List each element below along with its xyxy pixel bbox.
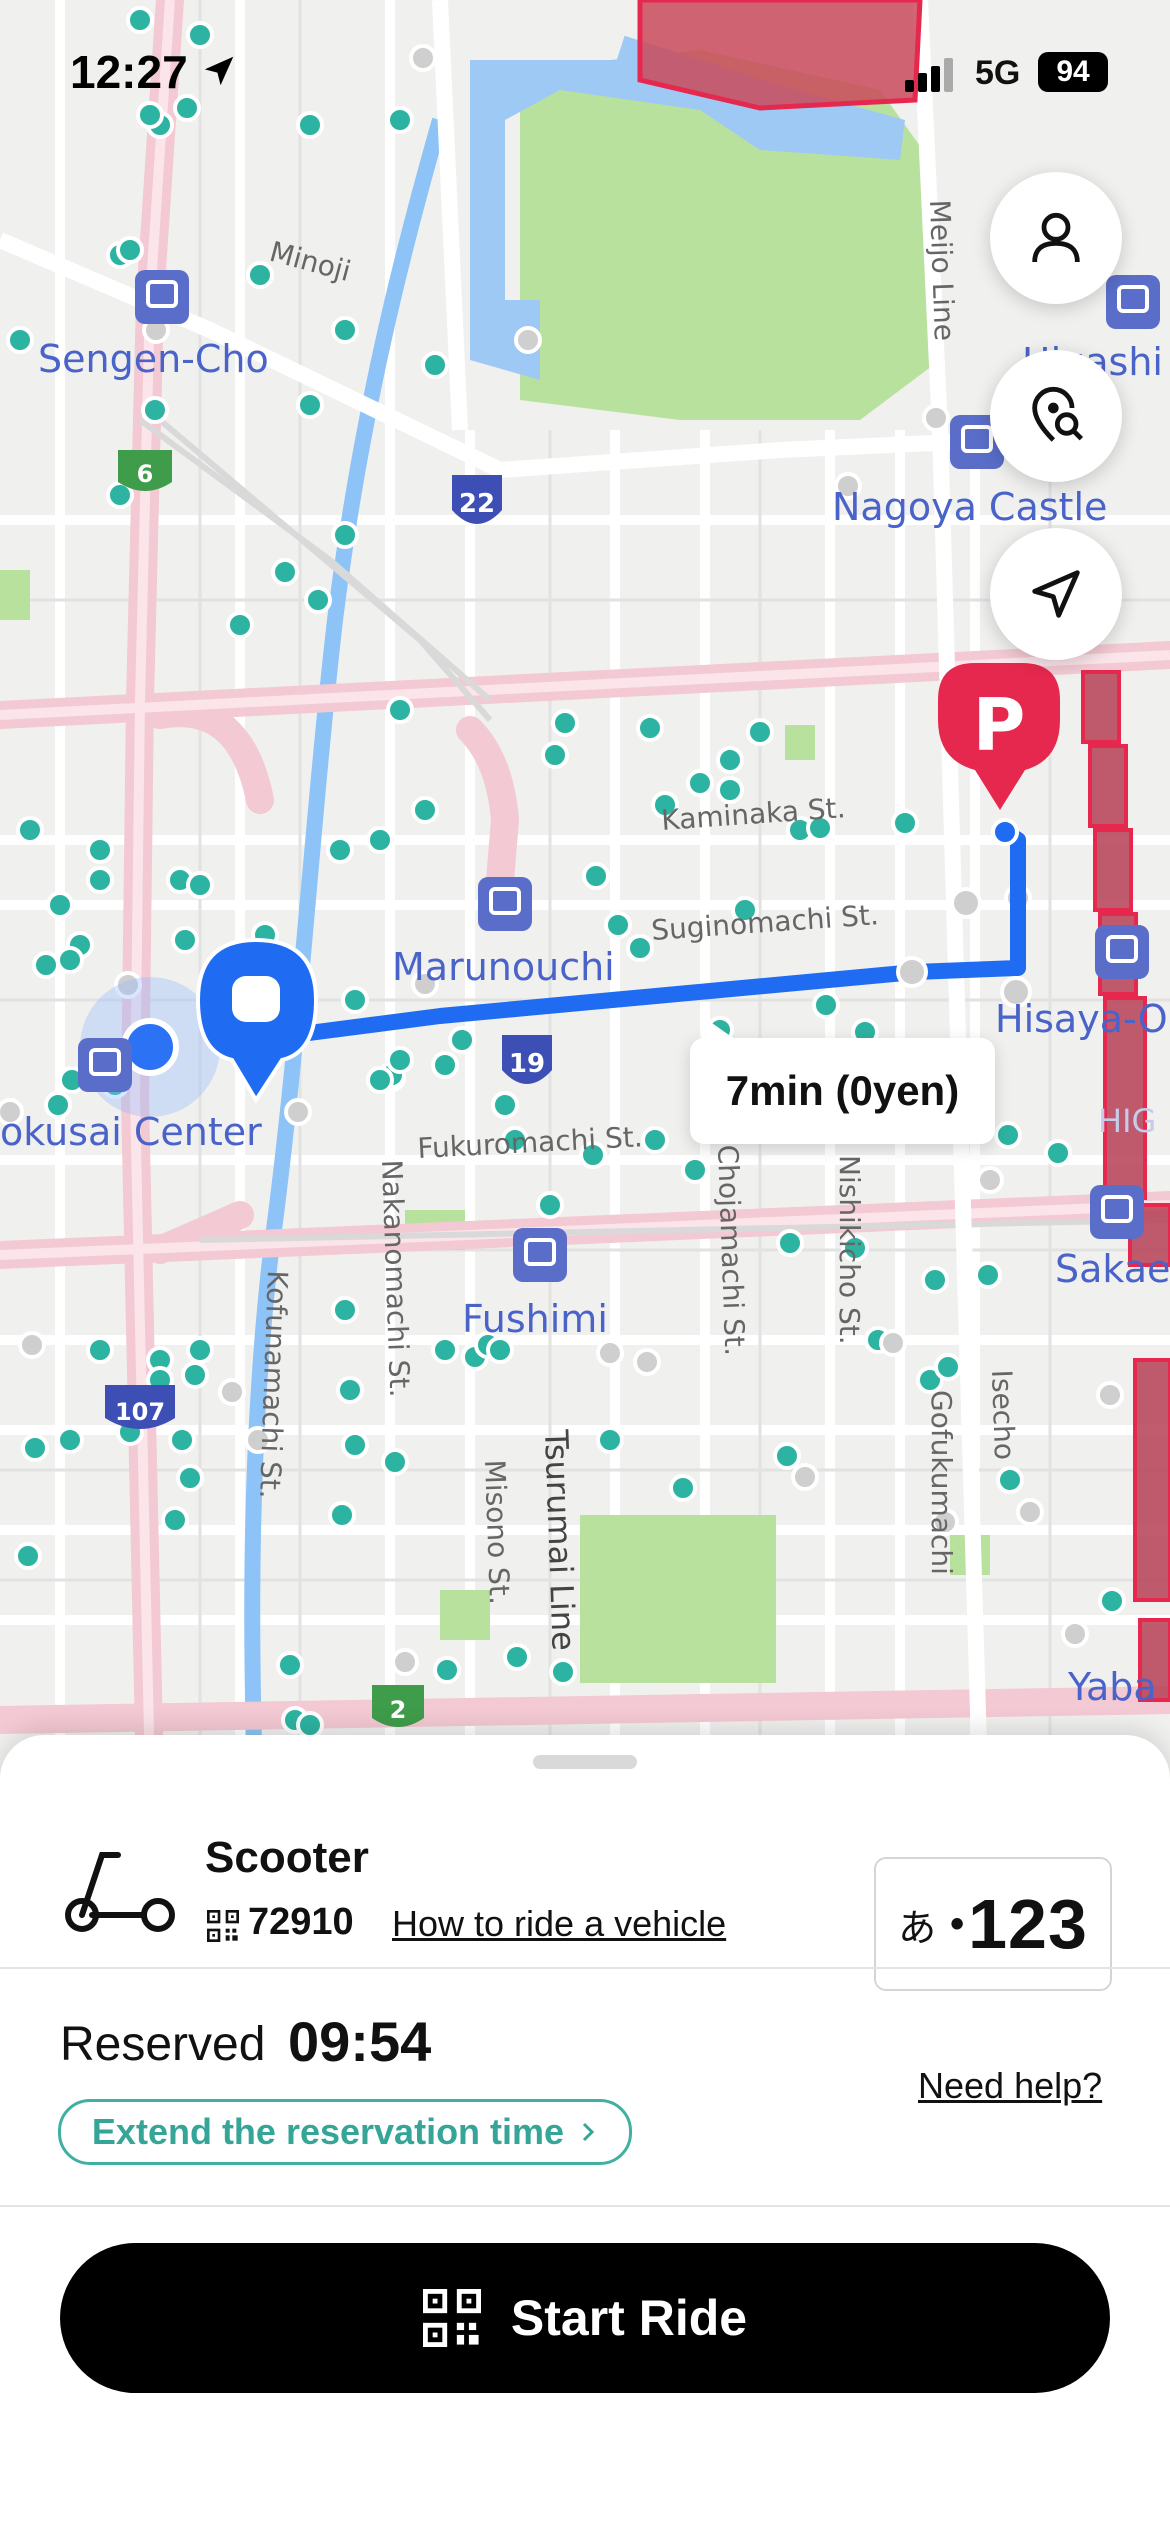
scooter-icon (65, 1852, 175, 1932)
route-22-badge: 22 (459, 489, 495, 519)
label-misono-st: Misono St. (478, 1459, 516, 1605)
how-to-ride-link[interactable]: How to ride a vehicle (392, 1903, 726, 1945)
vehicle-info-row: Scooter 72910 How to ride a vehicle あ • … (0, 1795, 1170, 1991)
label-sakae: Sakae (1055, 1247, 1170, 1291)
person-icon (1032, 212, 1080, 263)
map-view[interactable]: 22 19 107 6 2 Sengen-Cho Nagoya Castle H… (0, 0, 1170, 1780)
label-sengen-cho: Sengen-Cho (38, 337, 269, 381)
plate-kana: あ (898, 1905, 937, 1950)
vehicle-id: 72910 (248, 1901, 354, 1943)
sheet-grabber[interactable] (533, 1755, 637, 1769)
route-19-badge: 19 (509, 1049, 545, 1079)
current-location-button[interactable] (990, 528, 1122, 660)
map-canvas[interactable]: 22 19 107 6 2 Sengen-Cho Nagoya Castle H… (0, 0, 1170, 1780)
label-hisaya: Hisaya-O (995, 997, 1168, 1041)
label-nishikicho-st: Nishikicho St. (833, 1155, 866, 1345)
label-marunouchi: Marunouchi (392, 945, 615, 989)
label-higashi-partial: HIG (1098, 1102, 1156, 1140)
label-isecho: Isecho (985, 1369, 1021, 1460)
chevron-right-icon (583, 2122, 595, 2142)
need-help-link[interactable]: Need help? (918, 2065, 1102, 2107)
reserved-label: Reserved (60, 2018, 266, 2071)
network-type: 5G (975, 54, 1021, 92)
route-eta-tooltip: 7min (0yen) (690, 1016, 995, 1144)
divider (0, 1967, 1170, 1969)
navigation-arrow-icon (1032, 570, 1080, 618)
label-nagoya-castle: Nagoya Castle (832, 485, 1107, 529)
battery-indicator: 94 (1038, 52, 1108, 92)
ride-bottom-sheet: Scooter 72910 How to ride a vehicle あ • … (0, 1735, 1170, 2532)
reserved-countdown: 09:54 (288, 2010, 432, 2073)
divider (0, 2205, 1170, 2207)
route-6-badge: 6 (137, 460, 154, 488)
start-ride-button[interactable]: Start Ride (60, 2243, 1110, 2393)
label-fushimi: Fushimi (462, 1297, 608, 1341)
parking-marker-label: P (973, 683, 1026, 767)
vehicle-type: Scooter (205, 1833, 369, 1882)
qr-scan-icon (422, 2289, 481, 2347)
extend-reservation-label: Extend the reservation time (91, 2111, 565, 2152)
label-meijo-line: Meijo Line (923, 199, 961, 341)
extend-reservation-button[interactable]: Extend the reservation time (58, 2099, 632, 2165)
profile-button[interactable] (990, 172, 1122, 304)
qr-code-icon (207, 1910, 239, 1942)
status-time: 12:27 (70, 46, 188, 98)
plate-number: 123 (968, 1885, 1088, 1963)
label-yaba: Yaba (1067, 1665, 1157, 1709)
search-spot-button[interactable] (990, 350, 1122, 482)
label-tsurumai-line: Tsurumai Line (537, 1428, 583, 1651)
location-search-icon (1032, 387, 1084, 442)
status-bar: 12:27 5G 94 (0, 0, 1170, 150)
route-107-badge: 107 (115, 1398, 165, 1426)
plate-separator: • (950, 1901, 965, 1946)
start-ride-label: Start Ride (510, 2290, 748, 2346)
label-kokusai-center: okusai Center (0, 1110, 262, 1154)
signal-icon (905, 58, 953, 92)
route-2-badge: 2 (390, 1696, 407, 1724)
license-plate: あ • 123 (874, 1857, 1112, 1991)
label-gofukumachi: Gofukumachi (925, 1390, 958, 1575)
location-arrow-icon (204, 56, 234, 86)
